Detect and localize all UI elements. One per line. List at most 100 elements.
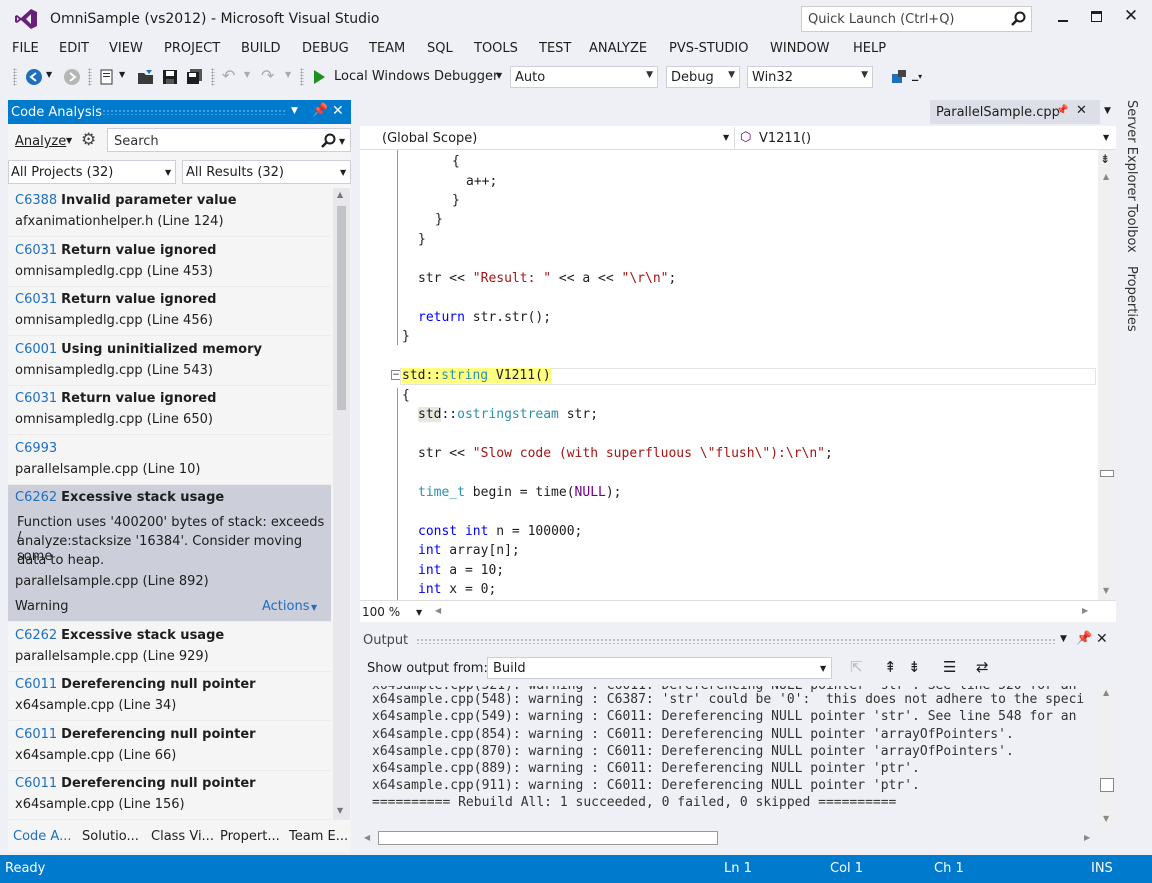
close-panel-icon[interactable]: ✕ <box>1096 631 1108 647</box>
pin-icon[interactable]: 📌 <box>1076 631 1092 646</box>
save-icon[interactable] <box>162 68 178 86</box>
menu-tools[interactable]: TOOLS <box>474 41 518 56</box>
maximize-button[interactable] <box>1086 8 1108 28</box>
list-item[interactable]: C6011 Dereferencing null pointer x64sampl… <box>8 771 331 820</box>
list-item[interactable]: C6388 Invalid parameter value afxanimatio… <box>8 188 331 237</box>
quick-launch-input[interactable]: Quick Launch (Ctrl+Q) <box>801 6 1032 32</box>
redo-icon[interactable]: ↷ <box>261 66 274 85</box>
undo-icon[interactable]: ↶ <box>222 66 235 85</box>
actions-link[interactable]: Actions <box>262 599 310 614</box>
minimize-button[interactable] <box>1052 8 1074 28</box>
scrollbar-thumb[interactable] <box>1100 778 1114 792</box>
menu-test[interactable]: TEST <box>539 41 571 56</box>
projects-filter-select[interactable]: All Projects (32) ▼ <box>8 160 176 184</box>
tab-class-view[interactable]: Class Vi... <box>151 829 214 844</box>
document-tab-parallelsample[interactable]: ParallelSample.cpp 📌 ✕ <box>930 100 1100 124</box>
results-filter-select[interactable]: All Results (32) ▼ <box>182 160 351 184</box>
title-grip[interactable] <box>102 109 287 115</box>
toolbar-grip[interactable] <box>13 68 17 86</box>
rule-code-link[interactable]: C6388 <box>15 193 57 208</box>
list-item[interactable]: C6031 Return value ignored omnisampledlg.… <box>8 386 331 435</box>
rule-code-link[interactable]: C6262 <box>15 628 57 643</box>
window-position-dropdown-icon[interactable]: ▼ <box>1060 634 1067 644</box>
zoom-select[interactable]: 100 % ▼ <box>360 603 426 621</box>
redo-dropdown-icon[interactable]: ▼ <box>285 70 291 79</box>
toolbar-overflow-icon[interactable]: ▁▾ <box>912 72 922 81</box>
scroll-down-icon[interactable]: ▼ <box>1103 814 1109 823</box>
menu-pvs-studio[interactable]: PVS-STUDIO <box>669 41 748 56</box>
attach-process-icon[interactable] <box>890 68 908 86</box>
title-grip[interactable] <box>416 638 1056 644</box>
tab-toolbox[interactable]: Toolbox <box>1124 204 1139 253</box>
gear-icon[interactable]: ⚙ <box>81 130 96 150</box>
scroll-down-icon[interactable]: ▼ <box>1103 586 1109 595</box>
rule-code-link[interactable]: C6011 <box>15 677 57 692</box>
back-icon[interactable] <box>25 68 43 86</box>
rule-code-link[interactable]: C6993 <box>15 441 57 456</box>
menu-build[interactable]: BUILD <box>241 41 281 56</box>
split-icon[interactable]: ⇟ <box>1100 152 1110 166</box>
tab-code-analysis[interactable]: Code A... <box>13 829 71 844</box>
menu-file[interactable]: FILE <box>12 41 39 56</box>
list-item[interactable]: C6993 parallelsample.cpp (Line 10) <box>8 436 331 485</box>
next-message-icon[interactable]: ⇟ <box>908 658 921 676</box>
search-options-icon[interactable]: ▼ <box>339 137 345 146</box>
forward-icon[interactable] <box>63 68 81 86</box>
selected-list-item[interactable]: C6262 Excessive stack usage Function uses… <box>8 485 331 622</box>
scrollbar-thumb[interactable] <box>1100 470 1114 477</box>
member-select[interactable]: ⬡ V1211() ▼ <box>737 127 1115 149</box>
scroll-up-icon[interactable]: ▲ <box>337 190 343 199</box>
scroll-left-icon[interactable]: ◀ <box>364 833 370 842</box>
scroll-down-icon[interactable]: ▼ <box>337 806 343 815</box>
solution-config-mode-select[interactable]: Auto ▼ <box>510 66 658 88</box>
code-editor[interactable]: − { a++; } } } str << "Result: " << a <<… <box>360 150 1116 600</box>
scroll-left-icon[interactable]: ◀ <box>435 606 441 615</box>
close-panel-icon[interactable]: ✕ <box>332 103 344 119</box>
new-dropdown-icon[interactable]: ▼ <box>119 70 125 79</box>
list-item[interactable]: C6011 Dereferencing null pointer x64sampl… <box>8 722 331 771</box>
scope-select[interactable]: (Global Scope) ▼ <box>360 127 735 149</box>
previous-message-icon[interactable]: ⇞ <box>884 658 897 676</box>
back-dropdown-icon[interactable]: ▼ <box>46 70 52 79</box>
scroll-right-icon[interactable]: ▶ <box>1082 606 1088 615</box>
tab-property-manager[interactable]: Propert... <box>220 829 280 844</box>
editor-scrollbar[interactable]: ⇟ ▲ ▼ <box>1098 150 1116 600</box>
output-source-select[interactable]: Build ▼ <box>487 657 832 679</box>
save-all-icon[interactable] <box>186 68 204 86</box>
list-item[interactable]: C6001 Using uninitialized memory omnisamp… <box>8 337 331 386</box>
list-item[interactable]: C6031 Return value ignored omnisampledlg.… <box>8 287 331 336</box>
rule-code-link[interactable]: C6011 <box>15 727 57 742</box>
undo-dropdown-icon[interactable]: ▼ <box>244 70 250 79</box>
close-tab-icon[interactable]: ✕ <box>1076 103 1087 118</box>
pin-tab-icon[interactable]: 📌 <box>1056 105 1068 116</box>
rule-code-link[interactable]: C6031 <box>15 391 57 406</box>
list-item[interactable]: C6031 Return value ignored omnisampledlg.… <box>8 238 331 287</box>
tab-solution-explorer[interactable]: Solutio... <box>82 829 139 844</box>
close-window-button[interactable]: ✕ <box>1120 6 1142 28</box>
new-project-icon[interactable] <box>99 68 115 86</box>
output-text-area[interactable]: x64sample.cpp(521): warning : C6011: Der… <box>360 686 1116 828</box>
results-scrollbar[interactable]: ▲ ▼ <box>333 188 350 820</box>
tab-properties[interactable]: Properties <box>1124 266 1139 332</box>
scroll-up-icon[interactable]: ▲ <box>1103 172 1109 181</box>
rule-code-link[interactable]: C6031 <box>15 292 57 307</box>
search-input[interactable]: Search ▼ <box>107 128 351 152</box>
platform-select[interactable]: Win32 ▼ <box>747 66 873 88</box>
rule-code-link[interactable]: C6001 <box>15 342 57 357</box>
pin-icon[interactable]: 📌 <box>312 103 328 118</box>
rule-code-link[interactable]: C6011 <box>15 776 57 791</box>
scroll-right-icon[interactable]: ▶ <box>1084 833 1090 842</box>
menu-view[interactable]: VIEW <box>109 41 143 56</box>
menu-help[interactable]: HELP <box>853 41 886 56</box>
start-debugging-button[interactable]: Local Windows Debugger ▼ <box>312 66 506 88</box>
open-file-icon[interactable] <box>137 68 155 86</box>
configuration-select[interactable]: Debug ▼ <box>666 66 740 88</box>
toggle-word-wrap-icon[interactable]: ⇄ <box>976 658 989 676</box>
rule-code-link[interactable]: C6262 <box>15 490 57 505</box>
scrollbar-thumb[interactable] <box>378 831 718 845</box>
scroll-up-icon[interactable]: ▲ <box>1103 688 1109 697</box>
analyze-dropdown-icon[interactable]: ▼ <box>66 136 72 145</box>
find-message-in-code-icon[interactable]: ⇱ <box>850 658 863 676</box>
output-scrollbar[interactable]: ▲ ▼ <box>1098 686 1116 828</box>
output-horizontal-scrollbar[interactable]: ◀ ▶ <box>360 828 1098 848</box>
